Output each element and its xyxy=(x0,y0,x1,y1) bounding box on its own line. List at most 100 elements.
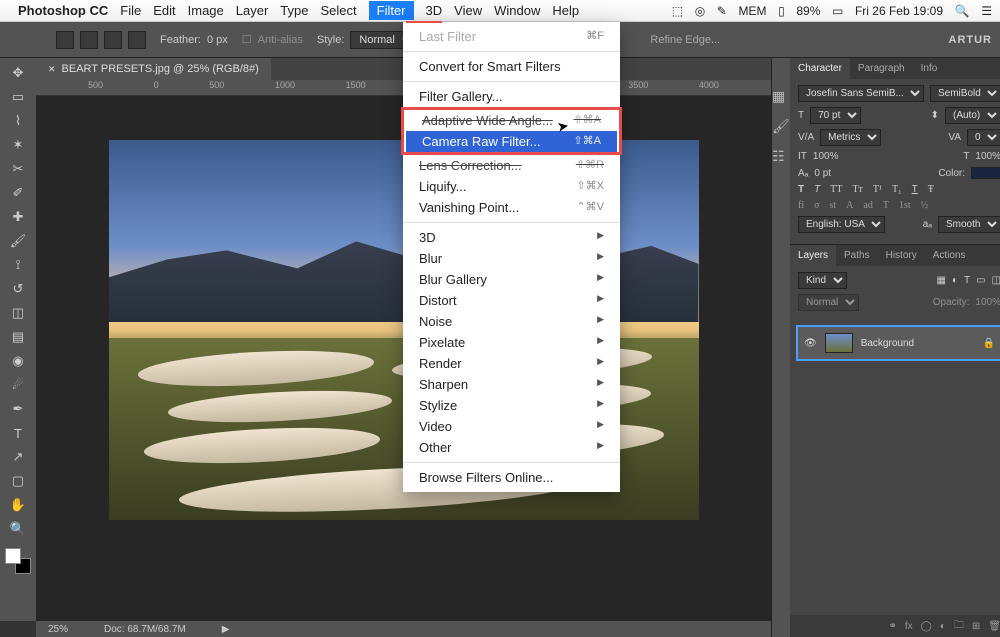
menu-view[interactable]: View xyxy=(454,3,482,18)
filter-smart-icon[interactable]: ◫ xyxy=(992,275,1000,286)
menu-select[interactable]: Select xyxy=(320,3,356,18)
lang-select[interactable]: English: USA xyxy=(798,216,885,233)
wand-tool[interactable]: ✶ xyxy=(7,134,29,156)
bold-btn[interactable]: T xyxy=(798,184,804,195)
menu-filter[interactable]: Filter xyxy=(369,1,414,20)
menu-help[interactable]: Help xyxy=(552,3,579,18)
heal-tool[interactable]: ✚ xyxy=(7,206,29,228)
eraser-tool[interactable]: ◫ xyxy=(7,302,29,324)
menu-render-sub[interactable]: Render xyxy=(403,353,620,374)
dodge-tool[interactable]: ☄ xyxy=(7,374,29,396)
tab-paths[interactable]: Paths xyxy=(836,245,878,266)
menu-vanishing-point[interactable]: Vanishing Point...⌃⌘V xyxy=(403,197,620,218)
fg-swatch[interactable] xyxy=(5,548,21,564)
path-tool[interactable]: ↗ xyxy=(7,446,29,468)
smallcaps-btn[interactable]: Tᴛ xyxy=(852,184,862,195)
marquee-mode-sub[interactable] xyxy=(104,31,122,49)
rail-adjust-icon[interactable]: ☷ xyxy=(772,148,790,166)
menu-file[interactable]: File xyxy=(120,3,141,18)
doc-size[interactable]: Doc: 68.7M/68.7M xyxy=(104,624,186,635)
group-icon[interactable]: 🗀 xyxy=(954,618,964,635)
color-swatches[interactable] xyxy=(5,548,31,574)
filter-adjust-icon[interactable]: ◐ xyxy=(952,275,958,286)
menu-filter-gallery[interactable]: Filter Gallery... xyxy=(403,86,620,107)
blur-tool[interactable]: ◉ xyxy=(7,350,29,372)
menu-3d[interactable]: 3D xyxy=(426,3,443,18)
font-weight-select[interactable]: SemiBold xyxy=(930,85,1000,102)
rail-brush-icon[interactable]: 🖌 xyxy=(772,118,790,136)
opacity-value[interactable]: 100% xyxy=(975,297,1000,308)
menu-liquify[interactable]: Liquify...⇧⌘X xyxy=(403,176,620,197)
tab-info[interactable]: Info xyxy=(913,58,946,79)
font-family-select[interactable]: Josefin Sans SemiB... xyxy=(798,85,924,102)
stamp-tool[interactable]: ⟟ xyxy=(7,254,29,276)
layer-row-background[interactable]: 👁 Background 🔒 xyxy=(796,325,1000,361)
menu-3d-sub[interactable]: 3D xyxy=(403,227,620,248)
blend-mode-select[interactable]: Normal xyxy=(798,294,859,311)
history-brush-tool[interactable]: ↺ xyxy=(7,278,29,300)
menu-sharpen-sub[interactable]: Sharpen xyxy=(403,374,620,395)
menu-pixelate-sub[interactable]: Pixelate xyxy=(403,332,620,353)
super-btn[interactable]: T¹ xyxy=(873,184,882,195)
menu-wide-angle[interactable]: Adaptive Wide Angle...⇧⌘A xyxy=(406,110,617,131)
mask-icon[interactable]: ◯ xyxy=(921,621,932,632)
workspace-label[interactable]: ARTUR xyxy=(949,34,993,46)
layer-name[interactable]: Background xyxy=(861,338,914,349)
vscale-value[interactable]: 100% xyxy=(813,151,839,162)
pen-tool[interactable]: ✒ xyxy=(7,398,29,420)
lock-icon[interactable]: 🔒 xyxy=(983,338,995,349)
status-arrow-icon[interactable]: ▶ xyxy=(222,624,230,635)
mem-icon[interactable]: MEM xyxy=(738,4,766,18)
marquee-mode-int[interactable] xyxy=(128,31,146,49)
gradient-tool[interactable]: ▤ xyxy=(7,326,29,348)
kerning-select[interactable]: Metrics xyxy=(820,129,881,146)
menu-camera-raw[interactable]: Camera Raw Filter...⇧⌘A xyxy=(406,131,617,152)
menu-browse-online[interactable]: Browse Filters Online... xyxy=(403,467,620,488)
strike-btn[interactable]: Ŧ xyxy=(928,184,934,195)
marquee-mode-new[interactable] xyxy=(56,31,74,49)
battery-icon[interactable]: ▭ xyxy=(832,4,843,18)
underline-btn[interactable]: T xyxy=(912,184,918,195)
baseline-value[interactable]: 0 pt xyxy=(814,168,831,179)
menu-blur-sub[interactable]: Blur xyxy=(403,248,620,269)
fx-icon[interactable]: fx xyxy=(905,621,913,632)
hscale-value[interactable]: 100% xyxy=(975,151,1000,162)
app-name[interactable]: Photoshop CC xyxy=(18,3,108,18)
close-tab-icon[interactable]: ✕ xyxy=(48,64,56,75)
caps-btn[interactable]: TT xyxy=(830,184,842,195)
menu-distort-sub[interactable]: Distort xyxy=(403,290,620,311)
tab-character[interactable]: Character xyxy=(790,58,850,79)
marquee-tool[interactable]: ▭ xyxy=(7,86,29,108)
tab-paragraph[interactable]: Paragraph xyxy=(850,58,913,79)
cc-icon[interactable]: ◎ xyxy=(695,4,705,18)
evernote-icon[interactable]: ✎ xyxy=(717,4,727,18)
refine-edge-button[interactable]: Refine Edge... xyxy=(650,34,720,46)
zoom-tool[interactable]: 🔍 xyxy=(7,518,29,540)
list-icon[interactable]: ☰ xyxy=(981,4,992,18)
leading-select[interactable]: (Auto) xyxy=(945,107,1000,124)
filter-type-icon[interactable]: T xyxy=(964,275,970,286)
hand-tool[interactable]: ✋ xyxy=(7,494,29,516)
sub-btn[interactable]: T₁ xyxy=(892,184,902,195)
layer-thumbnail[interactable] xyxy=(825,333,853,353)
menu-last-filter[interactable]: Last Filter⌘F xyxy=(403,26,620,47)
adjustment-icon[interactable]: ◐ xyxy=(940,621,946,632)
filter-pixel-icon[interactable]: ▦ xyxy=(936,275,945,286)
menu-lens-correction[interactable]: Lens Correction...⇧⌘R xyxy=(403,155,620,176)
menu-blur-gallery-sub[interactable]: Blur Gallery xyxy=(403,269,620,290)
zoom-level[interactable]: 25% xyxy=(48,624,68,635)
crop-tool[interactable]: ✂ xyxy=(7,158,29,180)
filter-shape-icon[interactable]: ▭ xyxy=(976,275,985,286)
new-layer-icon[interactable]: ⊞ xyxy=(972,621,980,632)
move-tool[interactable]: ✥ xyxy=(7,62,29,84)
menu-convert-smart[interactable]: Convert for Smart Filters xyxy=(403,56,620,77)
menu-other-sub[interactable]: Other xyxy=(403,437,620,458)
marquee-mode-add[interactable] xyxy=(80,31,98,49)
lasso-tool[interactable]: ⌇ xyxy=(7,110,29,132)
visibility-icon[interactable]: 👁 xyxy=(804,338,817,349)
italic-btn[interactable]: T xyxy=(814,184,820,195)
layer-kind-select[interactable]: Kind xyxy=(798,272,847,289)
menu-video-sub[interactable]: Video xyxy=(403,416,620,437)
dropbox-icon[interactable]: ⬚ xyxy=(672,4,683,18)
tab-history[interactable]: History xyxy=(878,245,925,266)
